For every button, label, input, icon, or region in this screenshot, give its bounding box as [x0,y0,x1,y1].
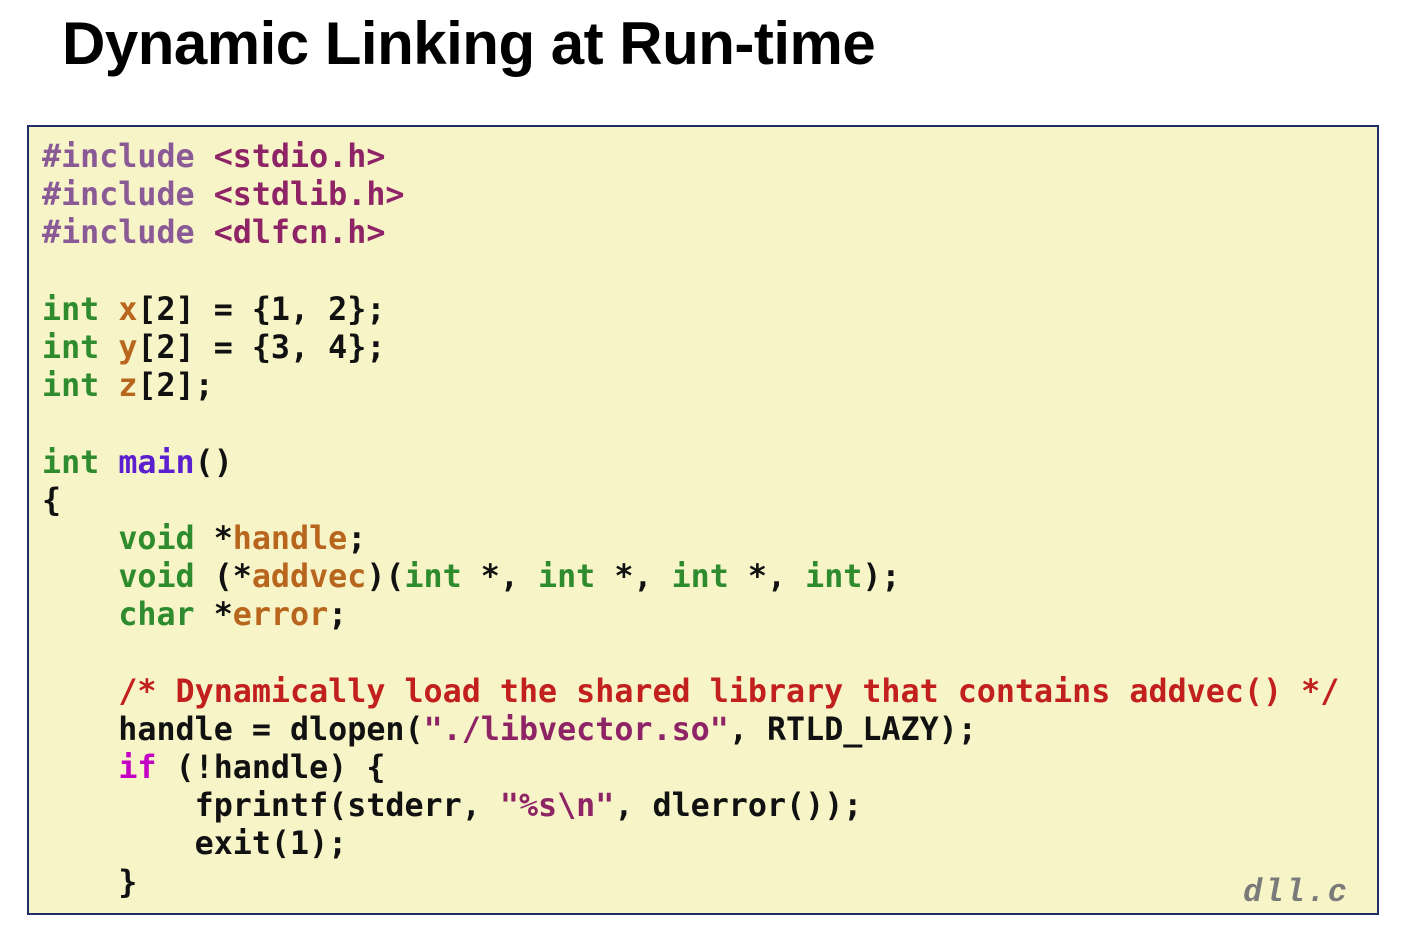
code-token: #include [42,215,214,252]
code-token: #include [42,139,214,175]
code-line: exit(1); [42,825,1339,863]
code-token: <stdio.h> [213,139,386,175]
code-token: y [118,329,138,366]
code-line: handle = dlopen("./libvector.so", RTLD_L… [42,711,1339,749]
code-token: exit(1); [42,826,348,863]
code-line: #include <stdlib.h> [42,176,1339,214]
code-token: , dlerror()); [614,788,863,825]
code-token: int [42,291,119,328]
code-line: #include <stdio.h> [42,138,1339,176]
code-line: fprintf(stderr, "%s\n", dlerror()); [42,787,1339,825]
code-token: if [118,750,157,786]
code-line: void (*addvec)(int *, int *, int *, int)… [42,558,1339,596]
code-token: } [42,864,138,901]
code-token: int [42,329,119,366]
code-token: [2] = {3, 4}; [137,329,386,366]
code-line: #include <dlfcn.h> [42,214,1339,252]
code-token: int [671,559,729,596]
code-token: "./libvector.so" [423,711,729,748]
code-token: fprintf(stderr, [42,788,500,825]
code-token: handle [232,520,348,557]
code-token: void [118,559,195,596]
code-token: *, [461,559,539,596]
code-token: char [118,597,195,634]
code-token: *, [595,559,672,596]
code-line: void *handle; [42,520,1339,558]
code-line: /* Dynamically load the shared library t… [42,673,1339,711]
code-token: error [232,597,329,634]
code-token: void [118,520,195,557]
code-token: <dlfcn.h> [213,215,386,252]
code-listing-box: #include <stdio.h> #include <stdlib.h> #in… [27,125,1379,915]
code-filename-label: dll.c [1242,874,1349,911]
code-token: , RTLD_LAZY); [728,711,977,748]
code-token: (!handle) { [156,750,386,786]
code-token: ); [862,559,901,596]
code-token: ; [347,520,367,557]
code-token: handle = dlopen( [42,711,424,748]
code-token: addvec [251,559,367,596]
code-token: main [118,444,195,481]
code-line: int z[2]; [42,367,1339,405]
code-line: int x[2] = {1, 2}; [42,291,1339,329]
code-line: } [42,864,1339,902]
code-token: /* Dynamically load the shared library t… [118,673,1340,710]
code-line: { [42,482,1339,520]
code-token: ; [328,597,348,634]
code-line: int main() [42,444,1339,482]
code-token: <stdlib.h> [213,177,405,214]
code-token: [2]; [137,368,214,405]
code-token: int [805,559,863,596]
code-token: "%s\n" [499,788,615,825]
code-line: if (!handle) { [42,749,1339,787]
slide-title: Dynamic Linking at Run-time [62,10,876,77]
code-token: )( [366,559,405,596]
code-token: * [194,597,233,634]
code-token: z [118,368,138,405]
code-token: int [404,559,462,596]
code-token: [2] = {1, 2}; [137,291,386,328]
code-token: int [42,444,119,481]
code-token: () [194,444,233,481]
code-token: int [42,368,119,405]
code-token: int [538,559,596,596]
code-token: { [42,482,62,519]
code-token: *, [728,559,806,596]
code-token: * [194,520,233,557]
code-token: x [118,291,138,328]
code-block: #include <stdio.h> #include <stdlib.h> #in… [42,138,1339,902]
code-line: int y[2] = {3, 4}; [42,329,1339,367]
code-token: #include [42,177,214,214]
code-token: (* [194,559,252,596]
code-line: char *error; [42,596,1339,634]
